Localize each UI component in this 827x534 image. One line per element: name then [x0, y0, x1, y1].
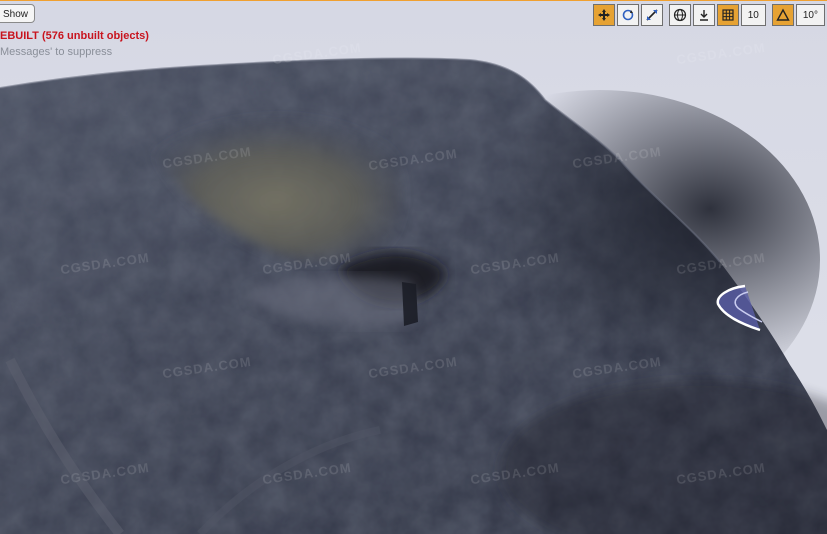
world-local-icon — [673, 8, 686, 22]
grid-snap-value[interactable]: 10 — [740, 4, 766, 26]
world-local-toggle[interactable] — [668, 4, 691, 26]
scale-mode-button[interactable] — [640, 4, 663, 26]
surface-snap-icon — [699, 10, 708, 21]
rotation-snap-value[interactable]: 10° — [795, 4, 825, 26]
viewport-toolbar: 10 10° — [592, 4, 827, 26]
lighting-rebuild-warning: EBUILT (576 unbuilt objects) — [0, 30, 149, 42]
grid-snap-icon — [722, 9, 734, 21]
angle-snap-toggle[interactable] — [771, 4, 794, 26]
rotate-mode-button[interactable] — [616, 4, 639, 26]
grid-snap-toggle[interactable] — [716, 4, 739, 26]
surface-snapping-button[interactable] — [692, 4, 715, 26]
scale-icon — [646, 9, 658, 21]
translate-icon — [597, 9, 610, 21]
scene-render — [0, 0, 827, 534]
show-flags-button[interactable]: Show — [0, 4, 36, 23]
translate-mode-button[interactable] — [592, 4, 615, 26]
angle-snap-icon — [776, 8, 790, 21]
rotate-icon — [622, 9, 634, 21]
viewport-top-border — [0, 0, 827, 1]
suppress-messages-hint: Messages' to suppress — [0, 46, 113, 58]
level-viewport[interactable] — [0, 0, 827, 534]
